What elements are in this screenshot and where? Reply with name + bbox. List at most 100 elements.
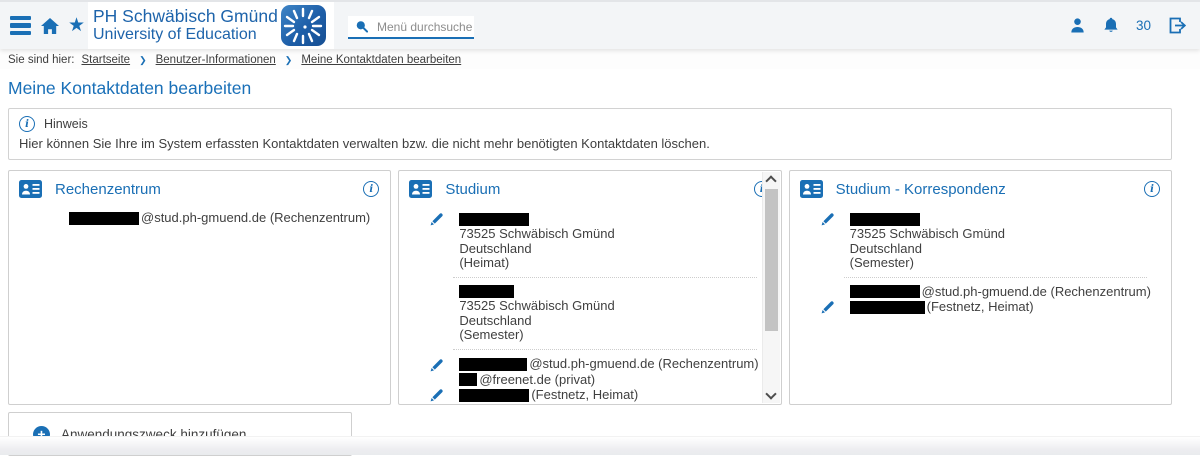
card-header: Studium - Korrespondenzi (790, 171, 1171, 202)
contact-text: (Semester) (459, 328, 523, 343)
app-header: ★ PH Schwäbisch Gmünd University of Educ… (0, 0, 1200, 49)
card-studium-korrespondenz: Studium - Korrespondenzi 73525 Schwäbisc… (789, 170, 1172, 405)
card-scrollbar[interactable] (762, 172, 780, 403)
menu-icon[interactable] (10, 2, 31, 49)
contact-entry: 73525 Schwäbisch GmündDeutschland(Semest… (429, 285, 756, 343)
contact-line: @stud.ph-gmuend.de (Rechenzentrum) (429, 357, 756, 373)
contact-line: Deutschland (429, 314, 756, 329)
logo-line1: PH Schwäbisch Gmünd (93, 7, 278, 27)
scroll-down-icon[interactable] (763, 387, 780, 403)
contact-line (429, 211, 756, 227)
hint-box: i Hinweis Hier können Sie Ihre im System… (8, 108, 1172, 160)
logo-text: PH Schwäbisch Gmünd University of Educat… (93, 7, 278, 45)
breadcrumb-arrow-icon: ❯ (137, 55, 149, 66)
contact-line (820, 211, 1147, 227)
contact-text: 73525 Schwäbisch Gmünd (850, 227, 1005, 242)
contact-card-icon (409, 180, 432, 198)
search-input[interactable] (375, 19, 474, 35)
card-rechenzentrum: Rechenzentrumi @stud.ph-gmuend.de (Rechen… (8, 170, 391, 405)
redacted-value (850, 285, 920, 298)
contact-text: Deutschland (459, 242, 531, 257)
contact-text: @freenet.de (privat) (479, 373, 595, 388)
redacted-value (459, 358, 527, 371)
contact-text: 73525 Schwäbisch Gmünd (459, 227, 614, 242)
redacted-value (69, 212, 139, 225)
edit-pencil-icon[interactable] (429, 211, 445, 227)
hint-text: Hier können Sie Ihre im System erfassten… (19, 136, 1161, 151)
contact-line: (Heimat) (429, 256, 756, 271)
contact-card-icon (800, 180, 823, 198)
contact-entry: 73525 Schwäbisch GmündDeutschland(Semest… (820, 211, 1147, 271)
page-footer (0, 436, 1200, 455)
card-body: 73525 Schwäbisch GmündDeutschland(Heimat… (399, 202, 780, 403)
redacted-value (850, 301, 925, 314)
notifications-bell-icon[interactable] (1103, 17, 1119, 34)
redacted-value (459, 285, 514, 298)
pencil-slot (429, 387, 459, 403)
contact-card-icon (19, 180, 42, 198)
logout-icon[interactable] (1168, 17, 1186, 34)
info-icon[interactable]: i (1144, 181, 1160, 197)
logo-line2: University of Education (93, 26, 278, 44)
contact-line: Deutschland (820, 242, 1147, 257)
card-title: Studium - Korrespondenz (836, 181, 1144, 198)
pencil-slot (820, 299, 850, 315)
logo[interactable]: PH Schwäbisch Gmünd University of Educat… (88, 2, 334, 49)
contact-text: (Festnetz, Heimat) (531, 388, 638, 403)
contact-text: 73525 Schwäbisch Gmünd (459, 299, 614, 314)
contact-text: @stud.ph-gmuend.de (Rechenzentrum) (141, 211, 370, 226)
contact-line: (Semester) (429, 328, 756, 343)
contact-line: 73525 Schwäbisch Gmünd (429, 227, 756, 242)
redacted-value (459, 389, 529, 402)
redacted-value (459, 213, 529, 226)
menu-search (348, 16, 474, 39)
contact-text: Deutschland (850, 242, 922, 257)
contact-line: @freenet.de (privat) (429, 373, 756, 388)
contact-entry: @stud.ph-gmuend.de (Rechenzentrum) (39, 211, 366, 226)
home-icon[interactable] (40, 2, 60, 49)
contact-text: Deutschland (459, 314, 531, 329)
info-icon[interactable]: i (363, 181, 379, 197)
entry-separator (844, 277, 1147, 278)
contact-line: Deutschland (429, 242, 756, 257)
edit-pencil-icon[interactable] (429, 357, 445, 373)
contact-text: (Festnetz, Heimat) (927, 300, 1034, 315)
contact-text: @stud.ph-gmuend.de (Rechenzentrum) (529, 357, 758, 372)
scrollbar-thumb[interactable] (765, 189, 778, 331)
edit-pencil-icon[interactable] (820, 211, 836, 227)
user-icon[interactable] (1069, 17, 1086, 34)
breadcrumb-link[interactable]: Benutzer-Informationen (156, 54, 276, 66)
card-studium: Studiumi 73525 Schwäbisch GmündDeutschla… (398, 170, 781, 405)
contact-text: (Heimat) (459, 256, 509, 271)
redacted-value (459, 373, 477, 386)
card-body: 73525 Schwäbisch GmündDeutschland(Semest… (790, 202, 1171, 315)
favorites-star-icon[interactable]: ★ (68, 2, 85, 49)
contact-line: (Festnetz, Heimat) (429, 387, 756, 403)
edit-pencil-icon[interactable] (820, 299, 836, 315)
cards-row: Rechenzentrumi @stud.ph-gmuend.de (Rechen… (8, 170, 1172, 405)
contact-line: 73525 Schwäbisch Gmünd (429, 299, 756, 314)
card-body: @stud.ph-gmuend.de (Rechenzentrum) (9, 202, 390, 226)
entry-separator (453, 349, 756, 350)
contact-line (429, 285, 756, 300)
edit-pencil-icon[interactable] (429, 387, 445, 403)
logo-mark-icon (281, 5, 326, 46)
pencil-slot (429, 211, 459, 227)
search-icon (356, 20, 368, 33)
card-header: Rechenzentrumi (9, 171, 390, 202)
hint-label: Hinweis (44, 117, 88, 131)
breadcrumb-link[interactable]: Meine Kontaktdaten bearbeiten (301, 54, 461, 66)
breadcrumb-arrow-icon: ❯ (283, 55, 295, 66)
redacted-value (850, 213, 920, 226)
contact-line: (Festnetz, Heimat) (820, 299, 1147, 315)
card-header: Studiumi (399, 171, 780, 202)
info-icon: i (19, 116, 35, 132)
contact-line: @stud.ph-gmuend.de (Rechenzentrum) (39, 211, 366, 226)
pencil-slot (429, 357, 459, 373)
breadcrumb-items: Startseite ❯ Benutzer-Informationen ❯ Meine … (81, 54, 461, 66)
breadcrumb: Sie sind hier: Startseite❯Benutzer-Infor… (0, 49, 1200, 69)
pencil-slot (820, 211, 850, 227)
breadcrumb-link[interactable]: Startseite (81, 54, 130, 66)
notification-count[interactable]: 30 (1136, 18, 1151, 33)
contact-line: 73525 Schwäbisch Gmünd (820, 227, 1147, 242)
